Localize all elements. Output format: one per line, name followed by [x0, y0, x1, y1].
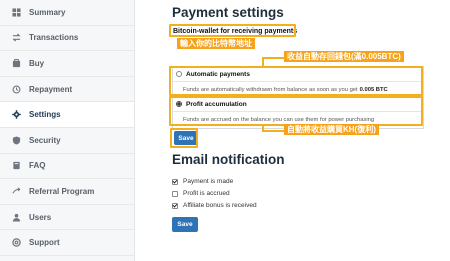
email-notification-title: Email notification — [172, 152, 285, 167]
support-icon — [11, 238, 21, 248]
users-icon — [11, 212, 21, 222]
sidebar-item-repayment[interactable]: Repayment — [0, 77, 134, 103]
sidebar-item-label: Transactions — [29, 33, 79, 43]
profit-accumulation-header[interactable]: Profit accumulation — [173, 97, 423, 112]
sidebar-item-buy[interactable]: Buy — [0, 51, 134, 77]
address-annotation: 輸入你的比特幣地址 — [177, 38, 255, 50]
affiliate-bonus-checkbox[interactable] — [172, 202, 178, 209]
sidebar: Summary Transactions Buy Repayment Setti… — [0, 0, 135, 261]
automatic-payments-option[interactable]: Automatic payments Funds are automatical… — [172, 66, 424, 99]
email-option-label: Affiliate bonus is received — [183, 202, 257, 209]
automatic-payments-annotation: 收益自動存回錢包(滿0.005BTC) — [284, 51, 404, 63]
automatic-payments-radio[interactable] — [176, 71, 182, 77]
sidebar-item-label: Settings — [29, 110, 61, 120]
sidebar-item-security[interactable]: Security — [0, 128, 134, 154]
sidebar-item-label: FAQ — [29, 161, 46, 171]
profit-accumulation-annotation: 自動將收益購買KH(復利) — [284, 124, 379, 136]
book-icon — [11, 161, 21, 171]
profit-accumulation-desc-text: Funds are accrued on the balance you can… — [183, 117, 375, 123]
sidebar-item-support[interactable]: Support — [0, 230, 134, 256]
automatic-payments-threshold: 0.005 BTC — [359, 87, 388, 93]
email-option-label: Profit is accrued — [183, 190, 230, 197]
annotation-connector — [262, 130, 284, 132]
profit-accrued-checkbox[interactable] — [172, 190, 178, 197]
sidebar-item-label: Support — [29, 238, 60, 248]
wallet-address-label: Bitcoin-wallet for receiving payments — [173, 28, 298, 35]
history-icon — [11, 84, 21, 94]
transactions-icon — [11, 33, 21, 43]
email-option-label: Payment is made — [183, 178, 234, 185]
email-option-payment-made[interactable]: Payment is made — [172, 178, 233, 185]
email-save-button[interactable]: Save — [172, 217, 198, 232]
sidebar-item-users[interactable]: Users — [0, 205, 134, 231]
profit-accumulation-radio[interactable] — [176, 101, 182, 107]
sidebar-item-referral-program[interactable]: Referral Program — [0, 179, 134, 205]
sidebar-item-settings[interactable]: Settings — [0, 102, 134, 128]
email-option-affiliate-bonus[interactable]: Affiliate bonus is received — [172, 202, 257, 209]
sidebar-item-label: Repayment — [29, 84, 73, 94]
cart-icon — [11, 58, 21, 68]
sidebar-item-transactions[interactable]: Transactions — [0, 26, 134, 52]
sidebar-item-faq[interactable]: FAQ — [0, 154, 134, 180]
email-option-profit-accrued[interactable]: Profit is accrued — [172, 190, 230, 197]
annotation-connector — [262, 57, 284, 59]
page-title: Payment settings — [172, 5, 284, 20]
sidebar-item-label: Summary — [29, 7, 66, 17]
automatic-payments-header[interactable]: Automatic payments — [173, 67, 423, 82]
referral-icon — [11, 186, 21, 196]
sidebar-item-label: Users — [29, 212, 52, 222]
sidebar-item-summary[interactable]: Summary — [0, 0, 134, 26]
sidebar-item-label: Buy — [29, 58, 45, 68]
shield-icon — [11, 135, 21, 145]
payment-save-button[interactable]: Save — [174, 131, 198, 145]
automatic-payments-desc-text: Funds are automatically withdrawn from b… — [183, 87, 358, 93]
sidebar-item-label: Referral Program — [29, 186, 95, 196]
gear-icon — [11, 110, 21, 120]
sidebar-item-label: Security — [29, 135, 61, 145]
payment-made-checkbox[interactable] — [172, 178, 178, 185]
automatic-payments-label: Automatic payments — [186, 70, 250, 78]
dashboard-icon — [11, 7, 21, 17]
profit-accumulation-label: Profit accumulation — [186, 100, 247, 108]
